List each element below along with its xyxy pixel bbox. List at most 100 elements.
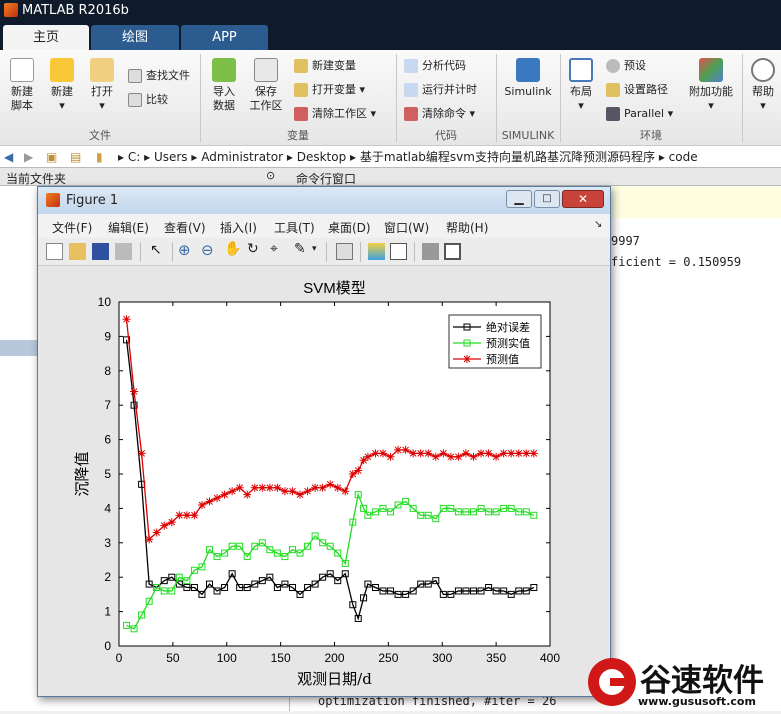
data-point (409, 449, 418, 458)
data-point (454, 452, 463, 461)
clear-workspace-button[interactable]: 清除工作区 ▾ (294, 104, 376, 124)
gear-icon (606, 59, 620, 73)
data-point (213, 494, 222, 503)
data-point (175, 511, 184, 520)
x-tick-label: 50 (166, 651, 180, 665)
save-workspace-icon (254, 58, 278, 82)
x-tick-label: 150 (271, 651, 291, 665)
breadcrumb-item[interactable]: Desktop (297, 150, 347, 164)
open-file-icon[interactable] (69, 243, 86, 260)
data-point (197, 500, 206, 509)
zoom-out-icon[interactable]: ⊖ (201, 241, 214, 259)
close-button[interactable]: ✕ (562, 190, 604, 208)
colorbar-icon[interactable] (368, 243, 385, 260)
selected-file-row[interactable] (0, 340, 37, 356)
new-button[interactable]: 新建 ▾ (44, 58, 80, 113)
y-tick-label: 4 (104, 501, 111, 515)
save-icon[interactable] (92, 243, 109, 260)
data-point (296, 490, 305, 499)
x-tick-label: 100 (217, 651, 237, 665)
menu-desktop[interactable]: 桌面(D) (328, 219, 371, 236)
open-variable-button[interactable]: 打开变量 ▾ (294, 80, 365, 100)
legend-icon[interactable] (390, 243, 407, 260)
data-point (401, 445, 410, 454)
data-point (507, 449, 516, 458)
menu-window[interactable]: 窗口(W) (384, 219, 429, 236)
menu-overflow-icon[interactable]: ↘ (594, 219, 602, 230)
help-button[interactable]: 帮助 ▾ (746, 58, 780, 113)
up-folder-icon[interactable]: ▣ (46, 146, 57, 168)
simulink-button[interactable]: Simulink (502, 58, 554, 99)
show-plot-tools-icon[interactable] (444, 243, 461, 260)
rotate-3d-icon[interactable]: ↻ (247, 241, 259, 257)
figure-window: Figure 1 ▁ □ ✕ 文件(F) 编辑(E) 查看(V) 插入(I) 工… (37, 186, 611, 697)
back-arrow-icon[interactable]: ◀ (4, 146, 13, 168)
x-tick-label: 0 (116, 651, 123, 665)
breadcrumb-item[interactable]: Users (154, 150, 188, 164)
find-files-button[interactable]: 查找文件 (128, 66, 190, 86)
tab-home[interactable]: 主页 (3, 25, 89, 50)
new-variable-button[interactable]: 新建变量 (294, 56, 356, 76)
browse-folder-icon[interactable]: ▤ (70, 146, 81, 168)
breadcrumb-item[interactable]: code (669, 150, 698, 164)
analyze-code-button[interactable]: 分析代码 (404, 56, 466, 76)
menu-edit[interactable]: 编辑(E) (108, 219, 149, 236)
section-variable: 变量 (287, 129, 309, 142)
matlab-logo-icon (4, 3, 18, 17)
y-tick-label: 1 (104, 605, 111, 619)
svm-chart[interactable]: 0 50 100 150 200 250 300 350 400 0 1 2 3 4 5 6 7 8 9 10 SVM模… (40, 267, 608, 695)
breadcrumb-item[interactable]: 基于matlab编程svm支持向量机路基沉降预测源码程序 (360, 150, 655, 164)
data-cursor-icon[interactable]: ⌖ (270, 241, 278, 257)
open-variable-icon (294, 83, 308, 97)
plot-area: 0 50 100 150 200 250 300 350 400 0 1 2 3 4 5 6 7 8 9 10 SVM模… (40, 267, 608, 695)
menu-insert[interactable]: 插入(I) (220, 219, 257, 236)
minimize-button[interactable]: ▁ (506, 190, 532, 208)
data-point (333, 483, 342, 492)
y-tick-label: 2 (104, 570, 111, 584)
data-point (311, 483, 320, 492)
parallel-button[interactable]: Parallel ▾ (606, 104, 673, 124)
brush-icon[interactable]: ✎ (294, 241, 306, 257)
panel-menu-icon[interactable]: ⊙ (266, 169, 275, 182)
tab-apps[interactable]: APP (181, 25, 268, 50)
y-tick-label: 5 (104, 467, 111, 481)
hide-plot-tools-icon[interactable] (422, 243, 439, 260)
add-ons-button[interactable]: 附加功能 ▾ (686, 58, 736, 113)
legend: 绝对误差预测实值预测值 (448, 314, 542, 369)
forward-arrow-icon[interactable]: ▶ (24, 146, 33, 168)
brush-dropdown-icon[interactable]: ▾ (312, 244, 317, 254)
menu-tools[interactable]: 工具(T) (274, 219, 315, 236)
data-point (431, 452, 440, 461)
save-workspace-button[interactable]: 保存 工作区 (246, 58, 286, 113)
preferences-button[interactable]: 预设 (606, 56, 646, 76)
set-path-icon (606, 83, 620, 97)
new-plus-icon (50, 58, 74, 82)
open-button[interactable]: 打开 ▾ (84, 58, 120, 113)
layout-button[interactable]: 布局 ▾ (564, 58, 598, 113)
new-figure-icon[interactable] (46, 243, 63, 260)
x-tick-label: 250 (378, 651, 398, 665)
clear-commands-button[interactable]: 清除命令 ▾ (404, 104, 475, 124)
data-point (363, 452, 372, 461)
run-and-time-button[interactable]: 运行并计时 (404, 80, 477, 100)
new-script-button[interactable]: 新建 脚本 (4, 58, 40, 113)
menu-file[interactable]: 文件(F) (52, 219, 92, 236)
pan-icon[interactable]: ✋ (224, 241, 241, 257)
menu-help[interactable]: 帮助(H) (446, 219, 488, 236)
tab-plots[interactable]: 绘图 (91, 25, 179, 50)
data-point (243, 490, 252, 499)
menu-view[interactable]: 查看(V) (164, 219, 206, 236)
compare-button[interactable]: 比较 (128, 90, 168, 110)
zoom-in-icon[interactable]: ⊕ (178, 241, 191, 259)
figure-title-bar[interactable]: Figure 1 ▁ □ ✕ (38, 187, 610, 214)
pointer-icon[interactable]: ↖ (150, 242, 162, 258)
link-plot-icon[interactable] (336, 243, 353, 260)
breadcrumb-item[interactable]: C: (128, 150, 140, 164)
data-point (348, 470, 357, 478)
print-icon[interactable] (115, 243, 132, 260)
set-path-button[interactable]: 设置路径 (606, 80, 668, 100)
import-data-button[interactable]: 导入 数据 (206, 58, 242, 113)
maximize-button[interactable]: □ (534, 190, 560, 208)
breadcrumb-item[interactable]: Administrator (201, 150, 283, 164)
data-point (273, 483, 282, 492)
